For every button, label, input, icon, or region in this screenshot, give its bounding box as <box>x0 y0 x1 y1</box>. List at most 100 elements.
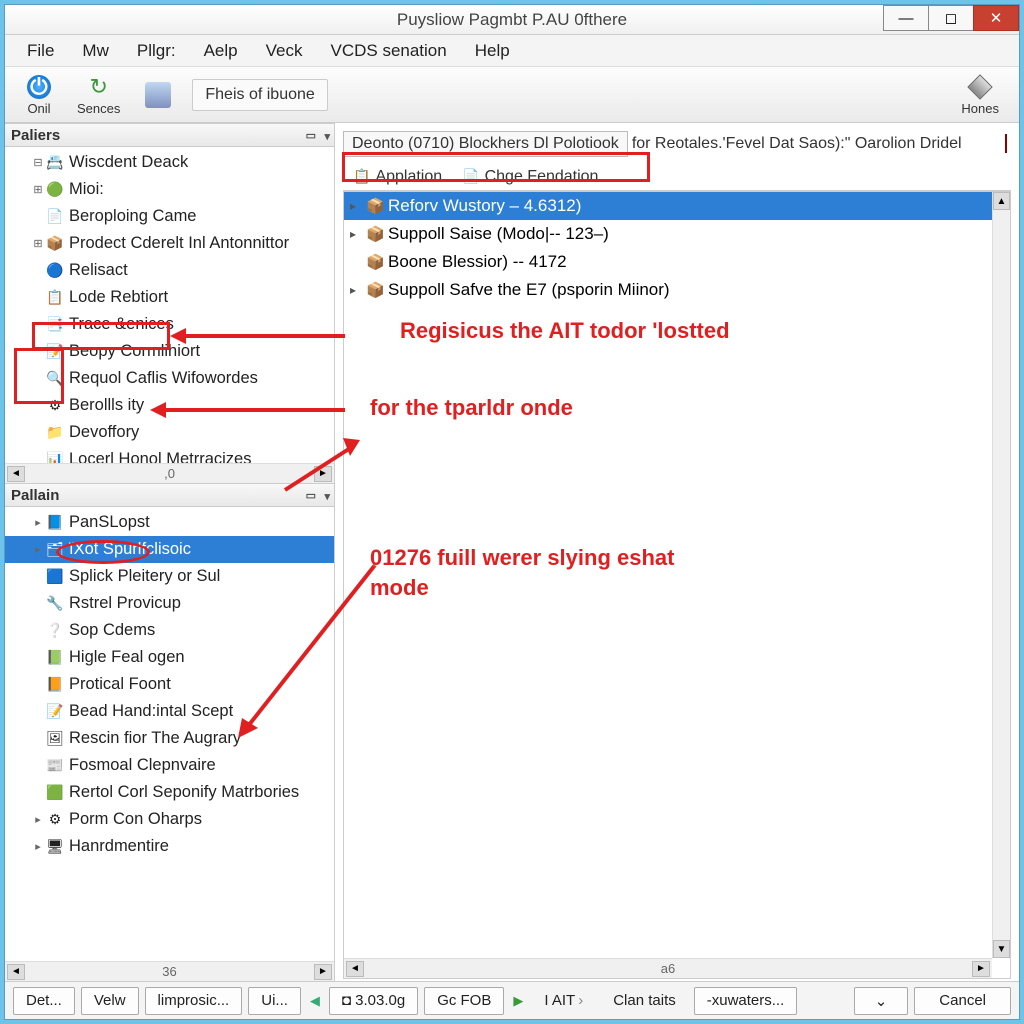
scroll-left-icon[interactable]: ◄ <box>346 961 364 977</box>
expander-icon[interactable]: ⊞ <box>31 183 45 196</box>
menu-pllgr[interactable]: Pllgr: <box>123 37 190 65</box>
main-tree[interactable]: ▸📦Reforv Wustory – 4.6312)▸📦Suppoll Sais… <box>344 192 1010 978</box>
panel-close-icon[interactable]: ▾ <box>324 487 330 503</box>
tree-item[interactable]: 🔧Rstrel Provicup <box>5 590 334 617</box>
expander-icon[interactable]: ⊞ <box>31 237 45 250</box>
tree-item[interactable]: 📑Trace &enices <box>5 311 334 338</box>
tree-item[interactable]: 🟦Splick Pleitery or Sul <box>5 563 334 590</box>
btn-xuwaters[interactable]: -xuwaters... <box>694 987 798 1015</box>
prev-arrow-icon[interactable]: ◀ <box>307 993 323 1009</box>
close-button[interactable]: ✕ <box>973 5 1019 31</box>
tab-chge[interactable]: 📄 Chge Fendation <box>452 165 608 189</box>
tree-item[interactable]: 📄Beroploing Came <box>5 203 334 230</box>
tree-item[interactable]: 📙Protical Foont <box>5 671 334 698</box>
menu-help[interactable]: Help <box>461 37 524 65</box>
tree-item[interactable]: ❔Sop Cdems <box>5 617 334 644</box>
tree-item[interactable]: ⊟📇Wiscdent Deack <box>5 149 334 176</box>
paliers-scrollbar[interactable]: ◄ ,0 ► <box>5 463 334 483</box>
tool-db[interactable] <box>132 79 184 111</box>
tree-item[interactable]: 🔵Relisact <box>5 257 334 284</box>
item-icon: 📦 <box>366 253 388 271</box>
expander-icon[interactable]: ▸ <box>31 543 45 556</box>
tree-item[interactable]: 📦Boone Blessior) -- 4172 <box>344 248 1010 276</box>
tool-onil[interactable]: ⏻ Onil <box>13 71 65 118</box>
scroll-track[interactable]: a6 <box>366 961 970 977</box>
main-vscroll[interactable]: ▲ ▼ <box>992 192 1010 958</box>
scroll-right-icon[interactable]: ► <box>314 964 332 980</box>
tree-item[interactable]: 🟩Rertol Corl Seponify Matrbories <box>5 779 334 806</box>
expander-icon[interactable]: ⊟ <box>31 156 45 169</box>
breadcrumb-box[interactable]: Deonto (0710) Blockhers Dl Polotiook <box>343 131 628 157</box>
scroll-up-icon[interactable]: ▲ <box>993 192 1010 210</box>
tree-item[interactable]: ▸🗂ïXot Spurlfclisoic <box>5 536 334 563</box>
minimize-button[interactable]: — <box>883 5 929 31</box>
tree-item[interactable]: 📊Locerl Honol Metrracizes <box>5 446 334 463</box>
tree-item[interactable]: ▸⚙Porm Con Oharps <box>5 806 334 833</box>
scroll-track[interactable]: ,0 <box>27 466 312 482</box>
menu-file[interactable]: File <box>13 37 68 65</box>
menu-aelp[interactable]: Aelp <box>190 37 252 65</box>
menu-vcds[interactable]: VCDS senation <box>316 37 460 65</box>
scroll-right-icon[interactable]: ► <box>314 466 332 482</box>
main-hscroll[interactable]: ◄ a6 ► <box>344 958 992 978</box>
paliers-tree[interactable]: ⊟📇Wiscdent Deack⊞🟢Mioi:📄Beroploing Came⊞… <box>5 147 334 463</box>
tree-item[interactable]: 📰Fosmoal Clepnvaire <box>5 752 334 779</box>
tree-item[interactable]: ⚙Berollls ity <box>5 392 334 419</box>
btn-velw[interactable]: Velw <box>81 987 139 1015</box>
tree-item[interactable]: 🖼Rescin fior The Augrary <box>5 725 334 752</box>
tree-item[interactable]: ▸📦Suppoll Saise (Modo|-- 123–) <box>344 220 1010 248</box>
menu-mw[interactable]: Mw <box>68 37 122 65</box>
expander-icon[interactable]: ▸ <box>31 516 45 529</box>
btn-clantaits[interactable]: Clan taits <box>601 987 688 1015</box>
scroll-left-icon[interactable]: ◄ <box>7 964 25 980</box>
scroll-down-icon[interactable]: ▼ <box>993 940 1010 958</box>
btn-cancel[interactable]: Cancel <box>914 987 1011 1015</box>
tree-item[interactable]: 📁Devoffory <box>5 419 334 446</box>
btn-improsic[interactable]: limprosic... <box>145 987 243 1015</box>
item-icon: 📦 <box>366 197 388 215</box>
applation-icon: 📋 <box>353 168 370 185</box>
detach-icon[interactable]: ▭ <box>306 489 316 502</box>
tree-item[interactable]: 📗Higle Feal ogen <box>5 644 334 671</box>
tool-sences[interactable]: ↻ Sences <box>65 71 132 118</box>
scroll-left-icon[interactable]: ◄ <box>7 466 25 482</box>
tree-item[interactable]: ▸🖥Hanrdmentire <box>5 833 334 860</box>
btn-ui[interactable]: Ui... <box>248 987 301 1015</box>
scroll-track[interactable]: 36 <box>27 964 312 980</box>
tree-item[interactable]: 📋Lode Rebtiort <box>5 284 334 311</box>
detach-icon[interactable]: ▭ <box>306 129 316 142</box>
item-label: Bead Hand:intal Scept <box>69 702 233 721</box>
pallain-tree[interactable]: ▸📘PanSLopst▸🗂ïXot Spurlfclisoic🟦Splick P… <box>5 507 334 961</box>
tree-item[interactable]: ⊞🟢Mioi: <box>5 176 334 203</box>
scroll-right-icon[interactable]: ► <box>972 961 990 977</box>
tree-item[interactable]: ▸📦Suppoll Safve the E7 (psporin Miinor) <box>344 276 1010 304</box>
expander-icon[interactable]: ▸ <box>350 199 366 213</box>
breadcrumb-end-icon[interactable] <box>1005 135 1007 153</box>
tree-item[interactable]: ⊞📦Prodect Cderelt Inl Antonnittor <box>5 230 334 257</box>
expander-icon[interactable]: ▸ <box>31 840 45 853</box>
tree-item[interactable]: 📝Bead Hand:intal Scept <box>5 698 334 725</box>
btn-num[interactable]: ◘ 3.03.0g <box>329 987 418 1015</box>
panel-close-icon[interactable]: ▾ <box>324 127 330 143</box>
maximize-button[interactable]: ◻ <box>928 5 974 31</box>
tool-fheis[interactable]: Fheis of ibuone <box>192 79 327 111</box>
tree-item[interactable]: ▸📦Reforv Wustory – 4.6312) <box>344 192 1010 220</box>
expander-icon[interactable]: ▸ <box>350 283 366 297</box>
tree-item[interactable]: 📝Beopy Cormlihiort <box>5 338 334 365</box>
tree-item[interactable]: ▸📘PanSLopst <box>5 509 334 536</box>
item-label: Lode Rebtiort <box>69 288 168 307</box>
next-arrow-icon[interactable]: ▶ <box>510 993 526 1009</box>
tree-item[interactable]: 🔍Requol Caflis Wifowordes <box>5 365 334 392</box>
btn-dropdown[interactable]: ⌄ <box>854 987 909 1015</box>
item-icon: 📝 <box>45 343 65 361</box>
expander-icon[interactable]: ▸ <box>31 813 45 826</box>
btn-det[interactable]: Det... <box>13 987 75 1015</box>
item-icon: 📗 <box>45 649 65 667</box>
btn-gfob[interactable]: Gc FOB <box>424 987 504 1015</box>
tab-applation[interactable]: 📋 Applation <box>343 165 452 189</box>
pallain-scrollbar[interactable]: ◄ 36 ► <box>5 961 334 981</box>
menu-veck[interactable]: Veck <box>252 37 317 65</box>
btn-iait[interactable]: I AIT› <box>532 987 595 1015</box>
expander-icon[interactable]: ▸ <box>350 227 366 241</box>
tool-hones[interactable]: Hones <box>949 71 1011 118</box>
